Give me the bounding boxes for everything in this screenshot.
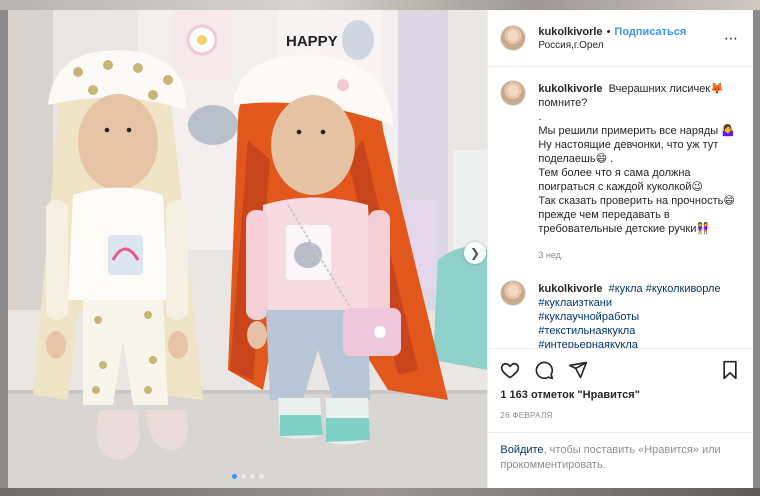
caption-line-2: .	[538, 111, 542, 123]
post-modal: HAPPY ❯ kukolkivorle • Подписаться Росси…	[8, 10, 753, 488]
caption-line-4: Тем более что я сама должна поиграться с…	[538, 167, 704, 193]
login-link[interactable]: Войдите	[500, 444, 543, 456]
photo-sign-text: HAPPY	[286, 33, 338, 50]
carousel-dots	[8, 474, 487, 479]
hashtag-link[interactable]: #интерьернаякукла	[538, 338, 720, 348]
caption-line-5: Так сказать проверить на прочность😄 преж…	[538, 195, 735, 235]
hashtags-username[interactable]: kukolkivorle	[538, 283, 602, 295]
carousel-dot-3	[249, 474, 255, 479]
caption-avatar[interactable]	[500, 80, 527, 106]
caption-comment: kukolkivorle Вчерашних лисичек🦊 помните?…	[500, 80, 739, 262]
comments-section: kukolkivorle Вчерашних лисичек🦊 помните?…	[488, 67, 753, 348]
author-info: kukolkivorle • Подписаться Россия,г.Орел	[538, 26, 686, 51]
dolls-photo-illustration: HAPPY	[8, 10, 488, 488]
post-location[interactable]: Россия,г.Орел	[538, 40, 686, 51]
post-photo[interactable]: HAPPY ❯	[8, 10, 488, 488]
hashtag-link[interactable]: #текстильнаякукла	[538, 324, 720, 338]
post-side-panel: kukolkivorle • Подписаться Россия,г.Орел…	[487, 10, 753, 488]
author-avatar[interactable]	[500, 25, 527, 51]
likes-count[interactable]: 1 163 отметок "Нравится"	[500, 389, 739, 401]
heart-icon[interactable]	[500, 360, 520, 380]
carousel-dot-4	[258, 474, 264, 479]
hashtag-link[interactable]: #куклаизткани	[538, 296, 720, 310]
carousel-dot-1	[231, 474, 237, 479]
background-page-bottom	[0, 488, 760, 496]
post-actions: 1 163 отметок "Нравится" 26 ФЕВРАЛЯ	[488, 348, 753, 420]
bookmark-icon[interactable]	[721, 360, 739, 380]
hashtags-comment: kukolkivorle #кукла #куколкиворле #кукла…	[500, 280, 739, 348]
header-separator: •	[606, 25, 611, 38]
share-icon[interactable]	[568, 360, 588, 380]
author-username[interactable]: kukolkivorle	[538, 26, 602, 38]
login-prompt: Войдите, чтобы поставить «Нравится» или …	[488, 432, 753, 488]
caption-time[interactable]: 3 нед.	[538, 248, 739, 262]
hashtags-avatar[interactable]	[500, 280, 527, 306]
more-horizontal-icon[interactable]: ⋯	[724, 30, 739, 47]
carousel-next-button[interactable]: ❯	[464, 242, 486, 264]
comment-icon[interactable]	[534, 360, 554, 380]
post-header: kukolkivorle • Подписаться Россия,г.Орел…	[488, 10, 753, 67]
hashtag-link[interactable]: #кукла	[609, 283, 643, 295]
hashtag-link[interactable]: #куколкиворле	[646, 283, 721, 295]
chevron-right-icon: ❯	[469, 246, 481, 260]
post-date[interactable]: 26 ФЕВРАЛЯ	[500, 411, 739, 420]
follow-button[interactable]: Подписаться	[614, 26, 686, 38]
background-page-top	[0, 0, 760, 10]
caption-username[interactable]: kukolkivorle	[538, 83, 602, 95]
hashtag-link[interactable]: #куклаучнойработы	[538, 310, 720, 324]
carousel-dot-2	[240, 474, 246, 479]
caption-line-3: Мы решили примерить все наряды 🤷‍♀️ Ну н…	[538, 125, 735, 165]
